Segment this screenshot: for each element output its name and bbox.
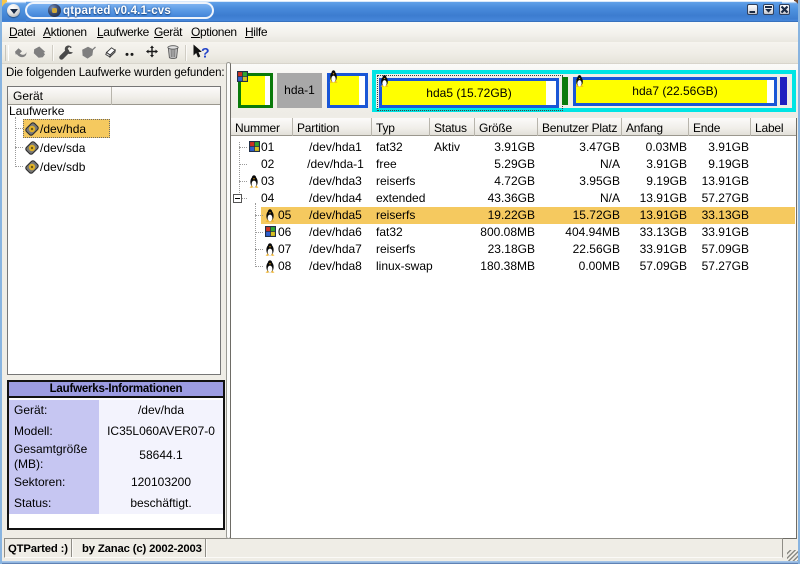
svg-text:?: ? xyxy=(201,45,210,61)
